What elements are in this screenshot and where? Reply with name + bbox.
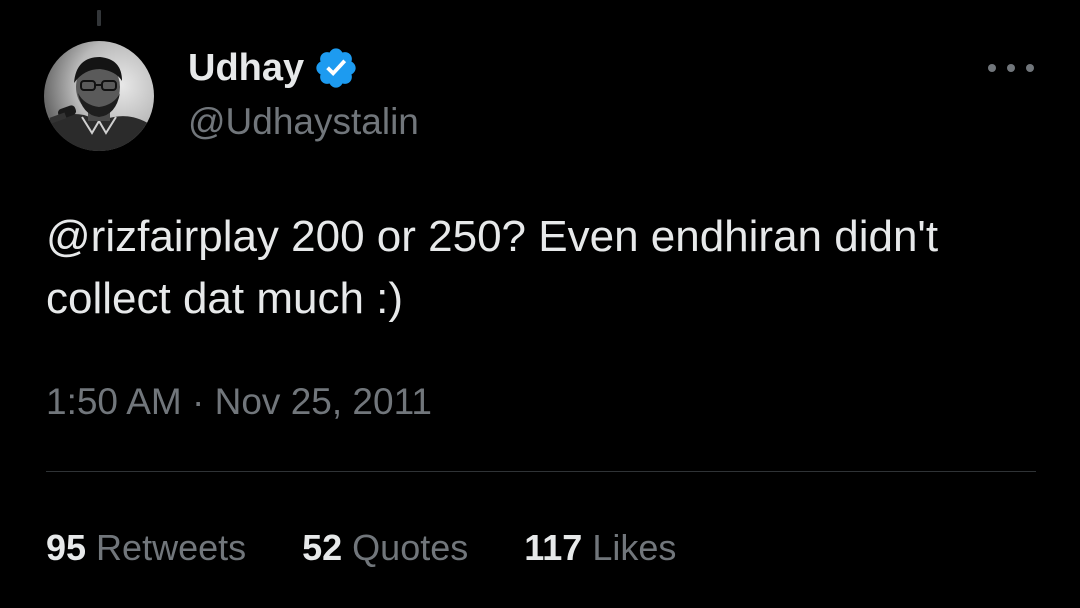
thread-connector-line	[97, 10, 101, 26]
likes-count: 117	[524, 527, 583, 568]
quotes-stat[interactable]: 52 Quotes	[302, 524, 468, 572]
author-display-name[interactable]: Udhay	[188, 44, 304, 92]
retweets-label: Retweets	[96, 527, 247, 568]
quotes-label: Quotes	[352, 527, 469, 568]
engagement-stats: 95 Retweets 52 Quotes 117 Likes	[46, 524, 676, 572]
likes-label: Likes	[592, 527, 677, 568]
more-dot-icon	[988, 64, 996, 72]
tweet-timestamp[interactable]: 1:50 AM · Nov 25, 2011	[46, 378, 432, 426]
retweets-count: 95	[46, 527, 87, 568]
tweet-text: @rizfairplay 200 or 250? Even endhiran d…	[46, 212, 951, 323]
avatar[interactable]	[44, 41, 154, 151]
more-options-icon[interactable]	[988, 56, 1034, 80]
author-name-row: Udhay	[188, 44, 359, 92]
verified-badge-icon[interactable]	[313, 45, 359, 91]
retweets-stat[interactable]: 95 Retweets	[46, 524, 246, 572]
more-dot-icon	[1026, 64, 1034, 72]
author-handle[interactable]: @Udhaystalin	[188, 99, 419, 145]
avatar-image	[44, 41, 154, 151]
more-dot-icon	[1007, 64, 1015, 72]
likes-stat[interactable]: 117 Likes	[524, 524, 676, 572]
quotes-count: 52	[302, 527, 343, 568]
divider	[46, 471, 1036, 472]
